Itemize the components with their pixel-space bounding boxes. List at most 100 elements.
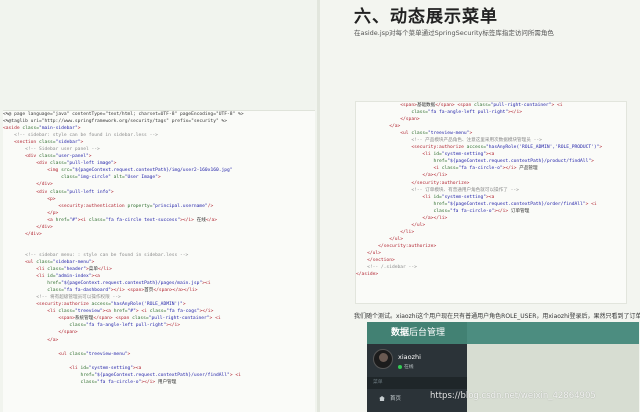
code-token: ></i> [199, 309, 214, 315]
code-token: ></i> [494, 208, 509, 214]
code-line: <!-- 将有超级管理员可以操作权限 --> [3, 294, 315, 301]
code-token: <%@ page language="java" contentType="te… [3, 112, 244, 117]
code-token: class= [3, 175, 78, 181]
code-token: "img-circle" [77, 175, 111, 181]
code-token: <!-- /.sidebar --> [356, 265, 417, 271]
code-token: "#" [69, 217, 78, 223]
code-token: > <i [585, 201, 597, 207]
app-logo-bold: 数据 [391, 328, 410, 338]
code-line: <!-- sidebar: style can be found in side… [3, 132, 315, 139]
code-token: ></i> [508, 110, 522, 116]
code-token: </a> [356, 124, 401, 130]
code-token: href= [356, 159, 448, 165]
code-line: <img src="${pageContext.request.contextP… [3, 167, 315, 174]
code-token: "system-setting" [441, 194, 487, 200]
code-line: </section> [356, 257, 626, 264]
code-line: <div class="pull-left image"> [3, 160, 315, 167]
code-token: "User Image" [124, 175, 158, 181]
code-token: </li> [98, 267, 112, 273]
code-token: href= [356, 201, 448, 207]
code-line: class="fa fa-angle-left pull-right"></i> [3, 322, 315, 329]
code-token: 首页 [144, 288, 154, 294]
app-content-area [467, 344, 639, 412]
code-line: </a></li> [356, 215, 626, 222]
code-token: href= [110, 309, 128, 315]
code-token: class= [66, 351, 86, 357]
code-token: src= [58, 168, 73, 174]
code-line: class="fa fa-circle-o"></i> 用户管理 [3, 379, 315, 386]
code-token: 基础数据 [416, 103, 436, 108]
code-token: <a [3, 217, 53, 223]
code-line: <%@ page language="java" contentType="te… [3, 111, 315, 118]
code-line: <ul class="sidebar-menu"> [3, 259, 315, 266]
code-token: <!-- 将有超级管理员可以操作权限 --> [3, 295, 121, 301]
code-token: 菜单 [88, 267, 98, 273]
code-token: "${pageContext.request.contextPath}/user… [94, 372, 230, 378]
code-token: "system-setting" [441, 152, 487, 158]
code-token: 订单管理 [508, 208, 530, 214]
code-token: ></i> [141, 379, 156, 385]
code-line: </security:authorize> [356, 180, 626, 187]
code-token: "main-sidebar" [38, 126, 78, 132]
code-token: <!-- sidebar: style can be found in side… [3, 133, 158, 139]
code-token: alt= [110, 175, 125, 181]
code-token: "fa fa-circle-o" [97, 379, 142, 385]
code-token: "treeview-menu" [86, 351, 128, 357]
code-line: </ul> [356, 236, 626, 243]
code-token: <!-- Sidebar user panel --> [3, 147, 100, 153]
user-status-label: 在线 [404, 365, 414, 370]
code-line: <span>基础数据</span> <span class="pull-righ… [356, 102, 626, 109]
code-token: ></i> [502, 166, 517, 172]
app-logo[interactable]: 数据后台管理 [367, 322, 467, 344]
code-line: href="${pageContext.request.contextPath}… [3, 280, 315, 287]
code-token: <li [356, 152, 431, 158]
code-line: </ul> [356, 250, 626, 257]
code-token: > <i [229, 372, 241, 378]
code-line: <a href="#"><i class="fa fa-circle text-… [3, 217, 315, 224]
user-panel: xiaozhi 在线 [367, 344, 467, 374]
code-token: > <i [551, 103, 563, 108]
code-line: <!-- /.sidebar --> [356, 264, 626, 271]
code-token: > [157, 175, 161, 181]
code-token: "principal.username" [152, 203, 208, 209]
code-token: </p> [3, 210, 59, 216]
code-line: <li id="admin-index"><a [3, 273, 315, 280]
menu-header: 菜单 [367, 377, 467, 389]
user-name: xiaozhi [398, 353, 421, 361]
code-line: </aside> [356, 271, 626, 278]
code-token: <aside [3, 126, 20, 132]
code-line: <li id="system-setting"><a [356, 151, 626, 158]
code-token: </a></li> [356, 173, 448, 179]
code-token: ><a [486, 194, 495, 200]
code-token: <img [3, 168, 59, 174]
code-token: > [127, 351, 131, 357]
code-token: class= [36, 154, 56, 160]
test-note: 我们随个测试。xiaozhi这个用户现在只有普通用户角色ROLE_USER，用x… [354, 313, 640, 320]
app-logo-rest: 后台管理 [409, 328, 446, 338]
watermark: https://blog.csdn.net/weixin_42864905 [430, 391, 596, 401]
code-line: <li id="system-setting"><a [3, 365, 315, 372]
code-line: <ul class="treeview-menu"> [3, 351, 315, 358]
code-line: href="${pageContext.request.contextPath}… [356, 158, 626, 165]
code-token: 用户管理 [155, 379, 177, 385]
code-token: "pull-left info" [66, 189, 111, 195]
code-token: class= [33, 259, 53, 265]
code-token: > [91, 259, 95, 265]
code-token: /> [207, 203, 214, 209]
code-token: class= [3, 379, 98, 385]
code-line: <ul class="treeview-menu"> [356, 130, 626, 137]
code-token: </security:authorize> [356, 243, 437, 249]
code-line: <i class="fa fa-circle-o"></i> 产品管理 [356, 165, 626, 172]
code-line: </ul> [356, 222, 626, 229]
code-token: id= [430, 152, 442, 158]
code-line: <div class="pull-left info"> [3, 189, 315, 196]
code-line: <security:authentication property="princ… [3, 203, 315, 210]
code-token: 系统管理 [74, 316, 94, 322]
code-line: </li> [356, 229, 626, 236]
code-token: </section> [356, 258, 395, 264]
code-token: "fa fa-dashboard" [63, 288, 111, 294]
code-token: <li [3, 365, 78, 371]
code-token: <li [3, 267, 45, 273]
code-line: <!-- 订单模块、有普通用户角色就可以操作了 --> [356, 187, 626, 194]
